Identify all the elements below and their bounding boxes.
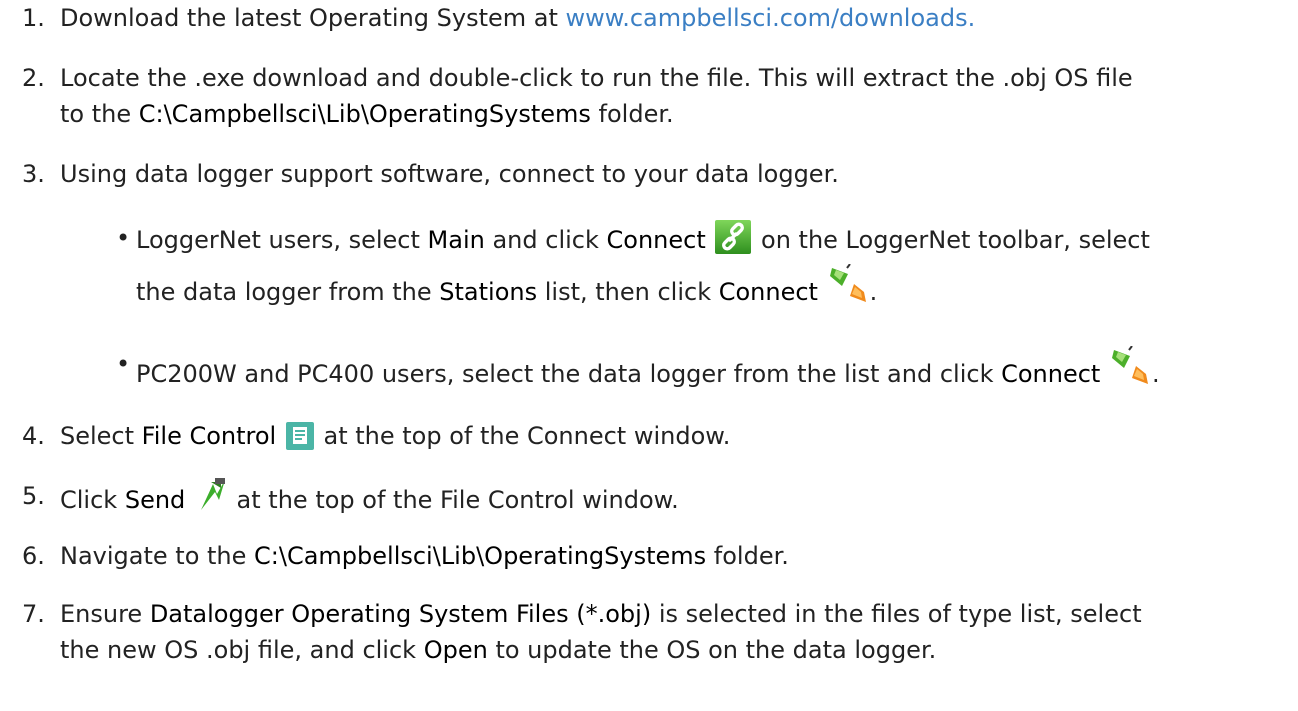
bullet-dot: • xyxy=(116,224,131,252)
file-type-label: Datalogger Operating System Files (*.obj… xyxy=(149,600,652,628)
step-text: to the xyxy=(60,100,139,128)
folder-path: C:\Campbellsci\Lib\OperatingSystems xyxy=(254,542,707,570)
step-number: 5. xyxy=(22,482,45,510)
file-control-icon xyxy=(285,422,314,460)
step-text: Select xyxy=(60,422,142,450)
step-text: Click xyxy=(60,486,125,514)
bullet-text: PC200W and PC400 users, select the data … xyxy=(136,360,1002,388)
folder-path: C:\Campbellsci\Lib\OperatingSystems xyxy=(138,100,591,128)
step-number: 4. xyxy=(22,422,45,450)
step-text: Download the latest Operating System at xyxy=(60,4,566,32)
send-arrow-icon xyxy=(195,478,227,522)
step-text: folder. xyxy=(590,100,674,128)
file-control-label: File Control xyxy=(141,422,277,450)
step-text: Locate the .exe download and double-clic… xyxy=(60,64,1133,92)
downloads-link[interactable]: www.campbellsci.com/downloads. xyxy=(566,4,976,32)
stations-label: Stations xyxy=(439,278,538,306)
send-label: Send xyxy=(124,486,186,514)
step-number: 1. xyxy=(22,4,45,32)
step-number: 7. xyxy=(22,600,45,628)
connect-label: Connect xyxy=(718,278,818,306)
step-text: at the top of the Connect window. xyxy=(315,422,731,450)
step-text: Ensure xyxy=(60,600,150,628)
bullet-dot: • xyxy=(116,350,131,378)
step-text: is selected in the files of type list, s… xyxy=(651,600,1142,628)
step-text: the new OS .obj file, and click xyxy=(60,636,424,664)
main-label: Main xyxy=(427,226,485,254)
bullet-text: on the LoggerNet toolbar, select xyxy=(753,226,1150,254)
step-text: Using data logger support software, conn… xyxy=(60,160,839,188)
step-number: 3. xyxy=(22,160,45,188)
step-number: 2. xyxy=(22,64,45,92)
link-chain-icon xyxy=(715,220,752,264)
step-text: to update the OS on the data logger. xyxy=(487,636,937,664)
bullet-text: the data logger from the xyxy=(136,278,440,306)
bullet-text: LoggerNet users, select xyxy=(136,226,428,254)
plug-connect-icon xyxy=(1110,345,1150,396)
bullet-text: list, then click xyxy=(537,278,719,306)
step-number: 6. xyxy=(22,542,45,570)
bullet-text: . xyxy=(1151,360,1160,388)
step-text: Navigate to the xyxy=(60,542,255,570)
connect-label: Connect xyxy=(1001,360,1101,388)
bullet-text: and click xyxy=(484,226,607,254)
plug-connect-icon xyxy=(828,263,868,314)
step-text: folder. xyxy=(706,542,789,570)
open-label: Open xyxy=(423,636,488,664)
step-text: at the top of the File Control window. xyxy=(228,486,679,514)
connect-label: Connect xyxy=(606,226,706,254)
bullet-text: . xyxy=(869,278,878,306)
